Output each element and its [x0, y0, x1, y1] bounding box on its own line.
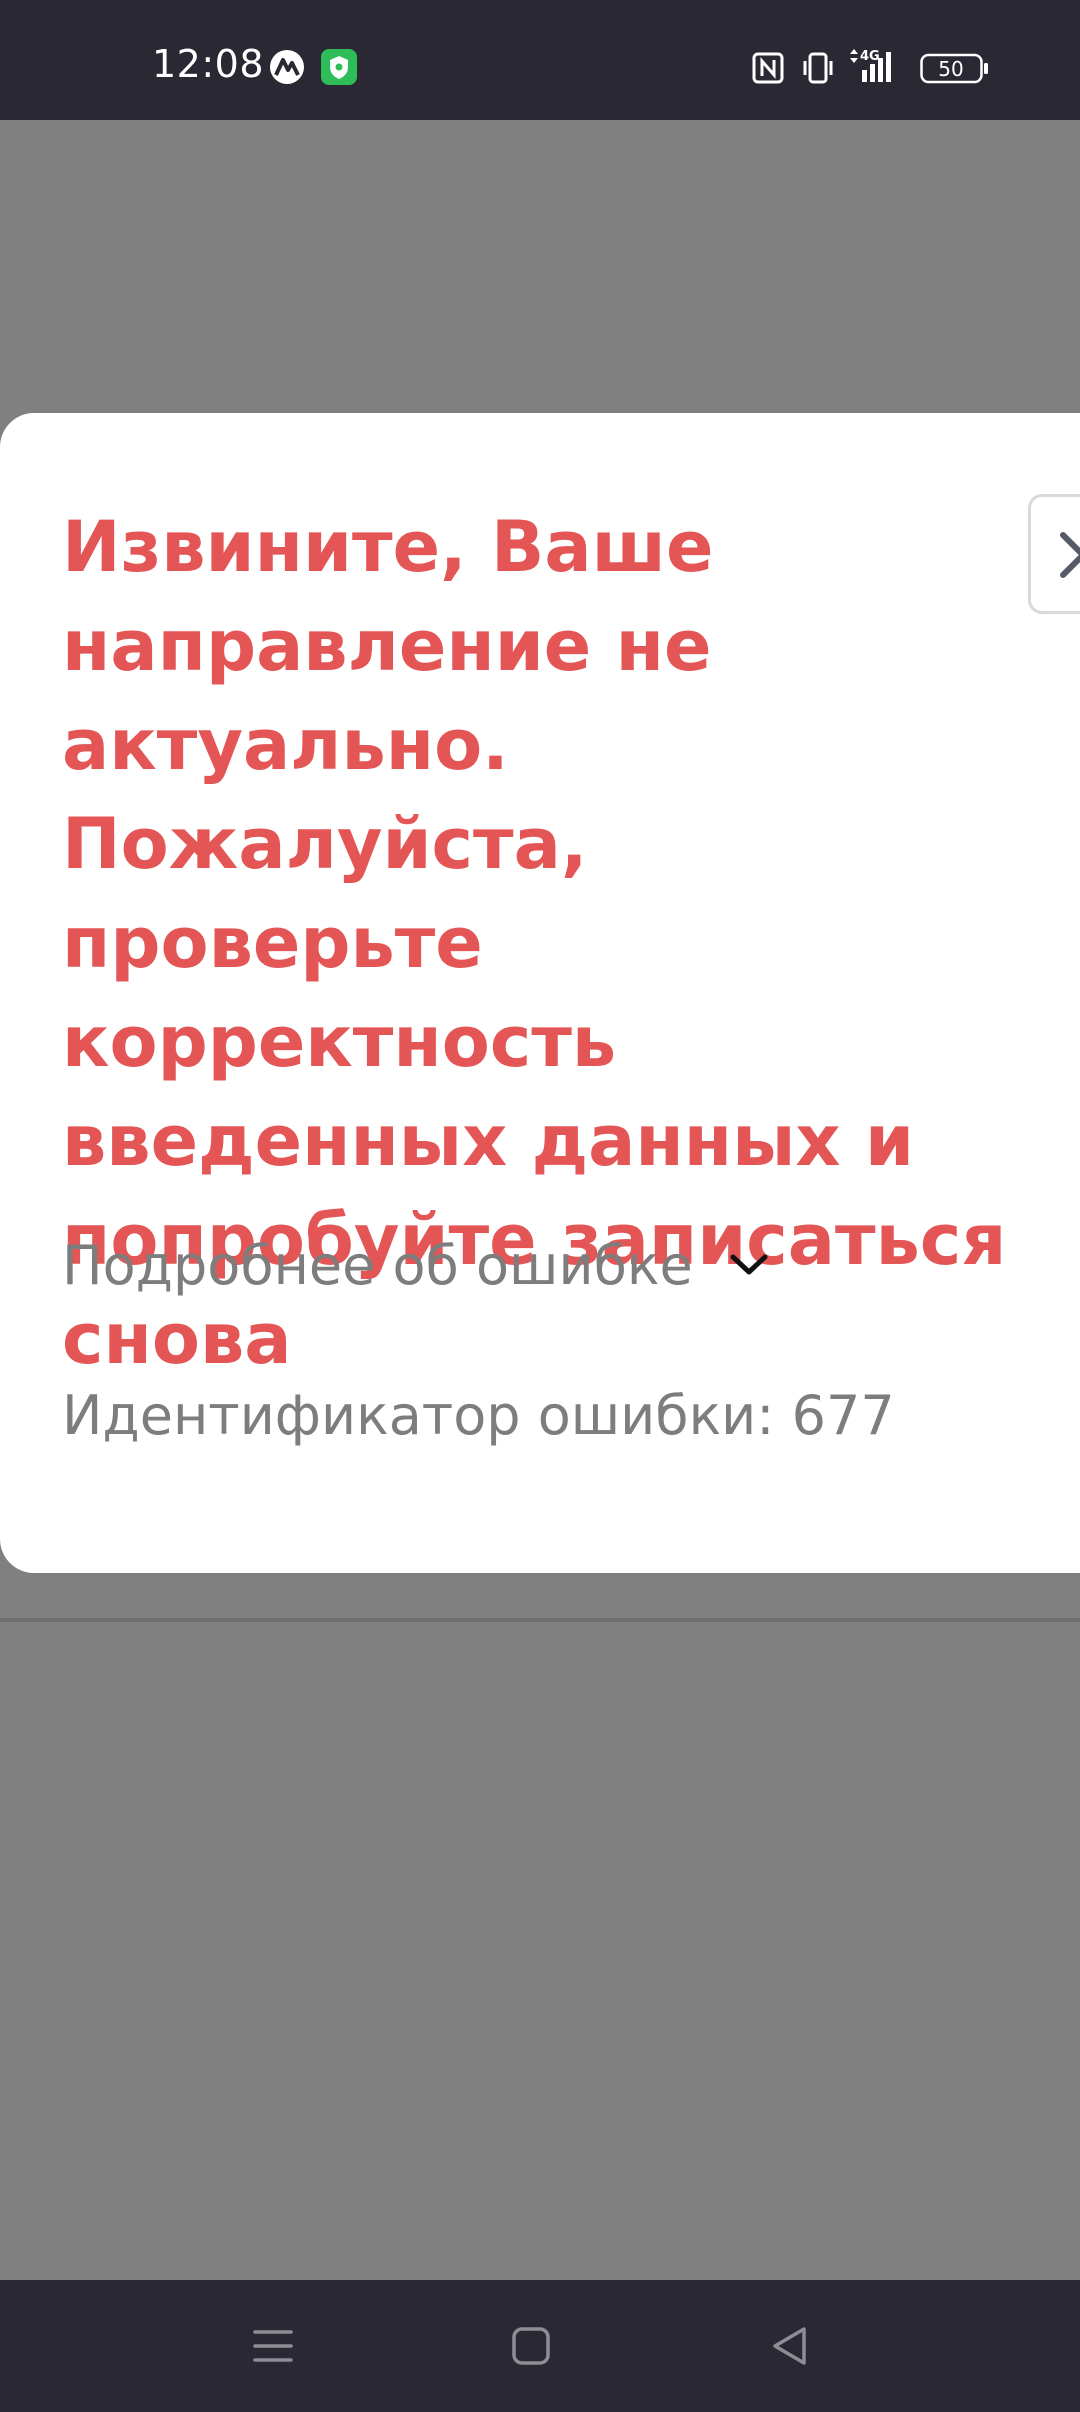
menu-icon [253, 2330, 293, 2362]
status-time: 12:08 [152, 42, 265, 86]
error-details-toggle[interactable]: Подробнее об ошибке [62, 1230, 769, 1300]
background-card-edge [0, 1618, 1080, 1622]
nfc-icon [752, 52, 784, 89]
status-bar: 12:08 4G 50 [0, 0, 1080, 120]
close-icon [1060, 532, 1080, 578]
battery-icon: 50 [920, 52, 990, 91]
app-notification-icon [268, 48, 306, 91]
shield-app-icon [321, 49, 357, 90]
error-details-label: Подробнее об ошибке [62, 1233, 693, 1297]
chevron-down-icon [730, 1254, 768, 1275]
signal-icon: 4G [846, 46, 894, 91]
vibrate-icon [800, 50, 836, 91]
close-button[interactable] [1028, 494, 1080, 614]
network-type-label: 4G [860, 49, 880, 64]
navigation-bar [0, 2280, 1080, 2412]
battery-level: 50 [938, 57, 963, 81]
home-button[interactable] [486, 2310, 576, 2382]
error-identifier: Идентификатор ошибки: 677 [62, 1383, 895, 1447]
recent-apps-button[interactable] [228, 2310, 318, 2382]
back-icon [773, 2327, 806, 2365]
back-button[interactable] [744, 2310, 834, 2382]
home-icon [512, 2327, 550, 2365]
